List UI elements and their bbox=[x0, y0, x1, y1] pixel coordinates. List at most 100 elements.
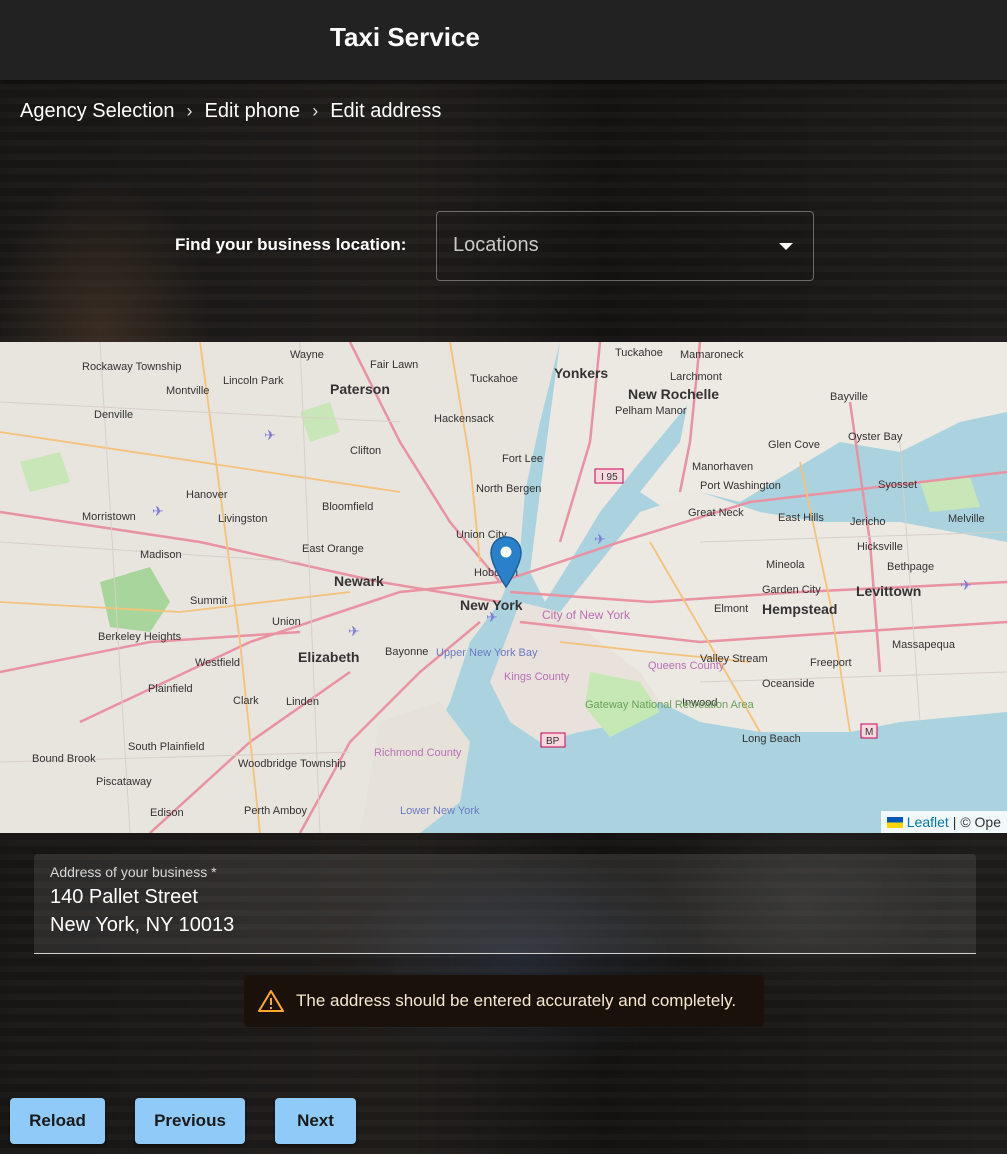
svg-text:BP: BP bbox=[546, 736, 560, 747]
svg-text:Clark: Clark bbox=[233, 695, 259, 707]
svg-text:Lower New York: Lower New York bbox=[400, 805, 480, 817]
svg-text:New Rochelle: New Rochelle bbox=[628, 386, 719, 402]
svg-text:Larchmont: Larchmont bbox=[670, 371, 722, 383]
address-line-1[interactable]: 140 Pallet Street bbox=[50, 886, 960, 908]
svg-text:Edison: Edison bbox=[150, 807, 184, 819]
svg-text:Oceanside: Oceanside bbox=[762, 678, 815, 690]
svg-text:Summit: Summit bbox=[190, 595, 227, 607]
svg-text:Yonkers: Yonkers bbox=[554, 365, 608, 381]
svg-text:Mineola: Mineola bbox=[766, 559, 805, 571]
svg-text:Berkeley Heights: Berkeley Heights bbox=[98, 631, 182, 643]
svg-text:M: M bbox=[865, 727, 873, 738]
svg-text:Woodbridge Township: Woodbridge Township bbox=[238, 758, 346, 770]
map-attribution: Leaflet | © Ope bbox=[880, 811, 1007, 833]
svg-text:Bayville: Bayville bbox=[830, 391, 868, 403]
svg-text:Elizabeth: Elizabeth bbox=[298, 649, 359, 665]
svg-text:Fair Lawn: Fair Lawn bbox=[370, 359, 418, 371]
svg-text:Manorhaven: Manorhaven bbox=[692, 461, 753, 473]
svg-text:Oyster Bay: Oyster Bay bbox=[848, 431, 903, 443]
svg-text:Freeport: Freeport bbox=[810, 657, 852, 669]
warning-icon bbox=[258, 990, 284, 1012]
svg-text:Garden City: Garden City bbox=[762, 584, 821, 596]
svg-text:Hackensack: Hackensack bbox=[434, 413, 494, 425]
svg-text:New York: New York bbox=[460, 597, 523, 613]
flag-icon bbox=[886, 816, 903, 828]
locations-placeholder: Locations bbox=[453, 234, 539, 256]
breadcrumb-agency-selection[interactable]: Agency Selection bbox=[20, 100, 175, 123]
svg-text:Union: Union bbox=[272, 616, 301, 628]
svg-text:✈: ✈ bbox=[960, 577, 972, 593]
location-finder-label: Find your business location: bbox=[175, 235, 407, 254]
svg-text:Pelham Manor: Pelham Manor bbox=[615, 405, 687, 417]
svg-text:Livingston: Livingston bbox=[218, 513, 268, 525]
svg-text:✈: ✈ bbox=[594, 531, 606, 547]
svg-text:Port Washington: Port Washington bbox=[700, 480, 781, 492]
svg-text:City of New York: City of New York bbox=[542, 608, 631, 622]
svg-text:Denville: Denville bbox=[94, 409, 133, 421]
previous-button[interactable]: Previous bbox=[135, 1098, 245, 1144]
app-title: Taxi Service bbox=[330, 22, 480, 52]
svg-text:✈: ✈ bbox=[348, 623, 360, 639]
breadcrumb: Agency Selection › Edit phone › Edit add… bbox=[20, 100, 441, 123]
svg-text:Hicksville: Hicksville bbox=[857, 541, 903, 553]
svg-text:Lincoln Park: Lincoln Park bbox=[223, 375, 284, 387]
svg-text:Clifton: Clifton bbox=[350, 445, 381, 457]
svg-text:Kings County: Kings County bbox=[504, 671, 570, 683]
address-field-label: Address of your business * bbox=[50, 864, 217, 880]
svg-text:✈: ✈ bbox=[152, 503, 164, 519]
svg-text:Newark: Newark bbox=[334, 573, 384, 589]
svg-text:East Hills: East Hills bbox=[778, 512, 824, 524]
svg-text:Montville: Montville bbox=[166, 385, 209, 397]
address-field[interactable]: Address of your business * 140 Pallet St… bbox=[34, 854, 976, 954]
svg-text:Wayne: Wayne bbox=[290, 349, 324, 361]
svg-text:Jericho: Jericho bbox=[850, 516, 885, 528]
svg-text:Richmond County: Richmond County bbox=[374, 747, 462, 759]
attribution-text: | © Ope bbox=[952, 814, 1001, 830]
location-marker-icon[interactable] bbox=[489, 535, 523, 589]
svg-text:Paterson: Paterson bbox=[330, 381, 390, 397]
svg-text:Linden: Linden bbox=[286, 696, 319, 708]
locations-select[interactable]: Locations bbox=[436, 211, 814, 281]
svg-text:I 95: I 95 bbox=[601, 472, 618, 483]
breadcrumb-edit-phone[interactable]: Edit phone bbox=[205, 100, 301, 123]
svg-text:Tuckahoe: Tuckahoe bbox=[470, 373, 518, 385]
warning-message: The address should be entered accurately… bbox=[296, 991, 737, 1010]
reload-button[interactable]: Reload bbox=[10, 1098, 105, 1144]
svg-text:Perth Amboy: Perth Amboy bbox=[244, 805, 307, 817]
svg-text:Morristown: Morristown bbox=[82, 511, 136, 523]
svg-text:Westfield: Westfield bbox=[195, 657, 240, 669]
map[interactable]: ✈ ✈ ✈ ✈ ✈ ✈ Wayne Fair Lawn Lincoln Park… bbox=[0, 342, 1007, 833]
svg-text:Rockaway Township: Rockaway Township bbox=[82, 361, 181, 373]
svg-text:Bethpage: Bethpage bbox=[887, 561, 934, 573]
svg-text:✈: ✈ bbox=[264, 427, 276, 443]
svg-text:East Orange: East Orange bbox=[302, 543, 364, 555]
svg-text:Plainfield: Plainfield bbox=[148, 683, 193, 695]
leaflet-link[interactable]: Leaflet bbox=[907, 811, 949, 833]
warning-alert: The address should be entered accurately… bbox=[244, 975, 764, 1027]
svg-text:Melville: Melville bbox=[948, 513, 985, 525]
address-line-2[interactable]: New York, NY 10013 bbox=[50, 914, 960, 936]
svg-text:Gateway National Recreation Ar: Gateway National Recreation Area bbox=[585, 699, 755, 711]
svg-text:North Bergen: North Bergen bbox=[476, 483, 541, 495]
dropdown-arrow-icon bbox=[779, 243, 793, 250]
svg-text:Upper New York Bay: Upper New York Bay bbox=[436, 647, 538, 659]
breadcrumb-edit-address: Edit address bbox=[330, 100, 442, 122]
app-bar: Taxi Service bbox=[0, 0, 1007, 80]
svg-text:Queens County: Queens County bbox=[648, 660, 725, 672]
svg-text:Great Neck: Great Neck bbox=[688, 507, 744, 519]
svg-text:Glen Cove: Glen Cove bbox=[768, 439, 820, 451]
svg-text:Syosset: Syosset bbox=[878, 479, 917, 491]
svg-text:South Plainfield: South Plainfield bbox=[128, 741, 204, 753]
svg-text:Massapequa: Massapequa bbox=[892, 639, 956, 651]
svg-text:Elmont: Elmont bbox=[714, 603, 748, 615]
svg-text:Bound Brook: Bound Brook bbox=[32, 753, 96, 765]
svg-text:Piscataway: Piscataway bbox=[96, 776, 152, 788]
svg-text:Levittown: Levittown bbox=[856, 583, 921, 599]
svg-text:Long Beach: Long Beach bbox=[742, 733, 801, 745]
next-button[interactable]: Next bbox=[275, 1098, 356, 1144]
svg-text:Hempstead: Hempstead bbox=[762, 601, 837, 617]
breadcrumb-separator: › bbox=[186, 101, 193, 121]
svg-text:Tuckahoe: Tuckahoe bbox=[615, 347, 663, 359]
svg-text:Mamaroneck: Mamaroneck bbox=[680, 349, 744, 361]
svg-text:Hanover: Hanover bbox=[186, 489, 228, 501]
